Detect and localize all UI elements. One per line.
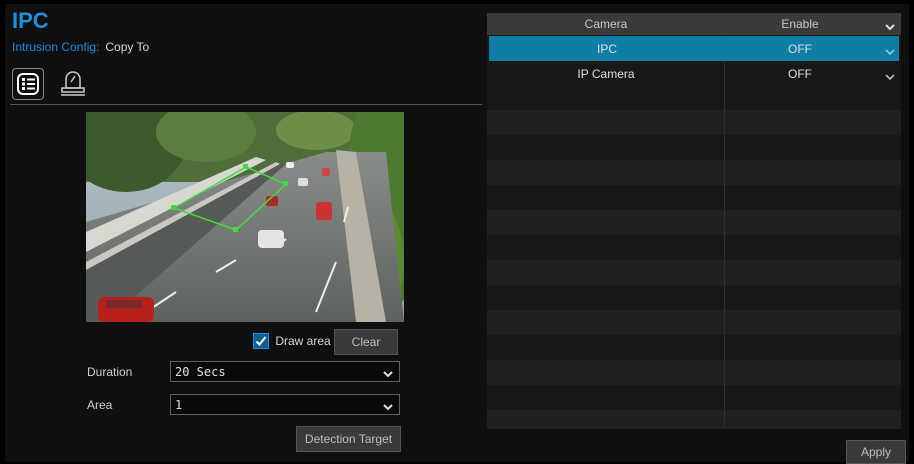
area-select[interactable]: 1 [170,394,400,415]
table-row[interactable]: IPC OFF [489,36,899,61]
camera-preview[interactable] [86,112,404,322]
area-value: 1 [175,397,183,412]
table-header: Camera Enable [487,13,901,35]
config-tabs [10,64,482,105]
column-header-enable: Enable [781,17,819,31]
empty-row [487,260,901,285]
chevron-down-icon[interactable] [885,20,895,34]
camera-cell: IPC [596,41,617,56]
duration-select[interactable]: 20 Secs [170,361,400,382]
empty-row [487,360,901,385]
chevron-down-icon [383,400,393,414]
empty-row [487,110,901,135]
area-label: Area [87,398,113,412]
sub-navigation: Intrusion Config: Copy To [12,40,149,54]
table-row[interactable]: IP Camera OFF [487,61,901,86]
page-title: IPC [12,8,49,33]
tab-settings-list[interactable] [12,68,44,100]
list-settings-icon [17,73,39,95]
subnav-copy-to[interactable]: Copy To [105,40,149,54]
draw-area-label: Draw area [275,334,331,348]
duration-label: Duration [87,365,133,379]
empty-row [487,410,901,429]
enable-cell[interactable]: OFF [725,61,875,86]
enable-cell[interactable]: OFF [725,36,875,61]
column-divider [724,35,725,429]
draw-area-toggle[interactable]: Draw area [253,333,331,349]
chevron-down-icon[interactable] [885,45,895,59]
camera-table: Camera Enable IPC OFF IP Camera OFF [487,13,901,429]
camera-cell: IP Camera [577,66,635,81]
subnav-intrusion-config[interactable]: Intrusion Config: [12,40,99,54]
alarm-light-icon [60,68,86,98]
tab-alarm[interactable] [56,66,90,100]
detection-target-button[interactable]: Detection Target [296,426,401,452]
column-header-camera: Camera [584,17,628,31]
chevron-down-icon [383,367,393,381]
apply-button[interactable]: Apply [846,440,906,464]
empty-row [487,210,901,235]
draw-area-checkbox[interactable] [253,333,269,349]
duration-value: 20 Secs [175,364,226,379]
empty-row [487,160,901,185]
chevron-down-icon[interactable] [885,70,895,84]
clear-button[interactable]: Clear [334,329,398,355]
empty-row [487,310,901,335]
